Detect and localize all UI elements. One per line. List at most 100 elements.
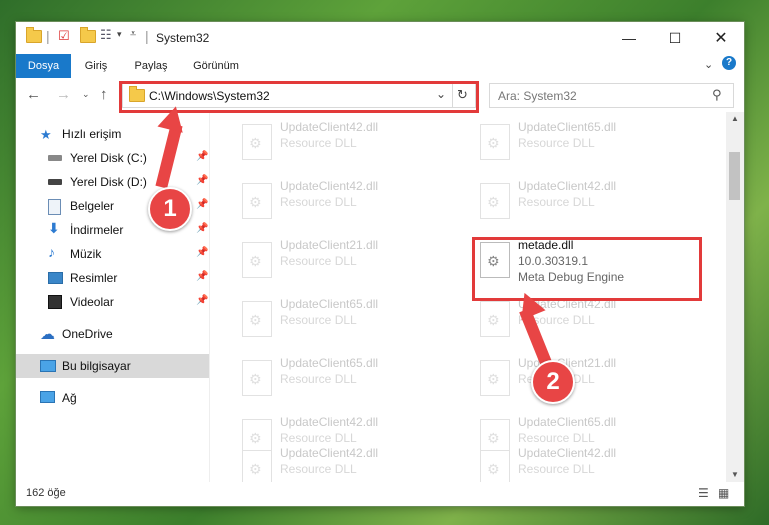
- dll-file-icon: [480, 360, 510, 396]
- sidebar-item-onedrive[interactable]: ☁ OneDrive: [16, 322, 209, 346]
- dll-file-icon: [242, 124, 272, 160]
- sidebar-item-label: Hızlı erişim: [62, 127, 122, 141]
- pin-icon[interactable]: 📌: [196, 223, 208, 234]
- large-icons-view-icon[interactable]: ▦: [718, 486, 729, 500]
- back-icon[interactable]: ←: [26, 86, 41, 103]
- file-type: Resource DLL: [280, 195, 357, 209]
- search-icon[interactable]: ⚲: [712, 87, 722, 103]
- file-item[interactable]: UpdateClient42.dll Resource DLL: [232, 442, 462, 482]
- properties-icon[interactable]: ☑: [58, 28, 70, 44]
- sidebar-item-label: Yerel Disk (D:): [70, 175, 147, 189]
- file-type: Resource DLL: [280, 254, 357, 268]
- file-item[interactable]: UpdateClient65.dll Resource DLL: [470, 116, 700, 168]
- sidebar-item-label: Resimler: [70, 271, 118, 285]
- sidebar-item-label: Belgeler: [70, 199, 115, 213]
- forward-icon[interactable]: →: [56, 86, 71, 103]
- cloud-icon: ☁: [40, 326, 55, 343]
- ribbon: Dosya Giriş Paylaş Görünüm ⌄ ?: [16, 54, 744, 79]
- document-icon: [48, 199, 61, 215]
- file-name: UpdateClient21.dll: [280, 238, 379, 252]
- scroll-down-icon[interactable]: ▼: [731, 470, 739, 479]
- music-icon: ♪: [48, 244, 55, 260]
- dll-file-icon: [242, 450, 272, 482]
- dll-file-icon: [242, 360, 272, 396]
- file-name: UpdateClient65.dll: [280, 297, 379, 311]
- maximize-button[interactable]: ☐: [652, 22, 698, 54]
- pin-icon[interactable]: 📌: [196, 199, 208, 210]
- close-button[interactable]: ✕: [698, 22, 744, 54]
- sidebar-item-label: Ağ: [62, 391, 77, 405]
- step-1-badge: 1: [148, 187, 192, 231]
- details-view-icon[interactable]: ☰: [698, 486, 709, 500]
- sidebar-item-music[interactable]: ♪ Müzik 📌: [16, 242, 209, 266]
- pin-icon[interactable]: 📌: [196, 271, 208, 282]
- navigation-pane: ★ Hızlı erişim Yerel Disk (C:) 📌 Yerel D…: [16, 112, 209, 482]
- file-item[interactable]: UpdateClient21.dll Resource DLL: [232, 234, 462, 286]
- chevron-down-icon[interactable]: ⌄: [704, 58, 713, 71]
- scroll-up-icon[interactable]: ▲: [731, 114, 739, 123]
- file-type: Resource DLL: [280, 372, 357, 386]
- file-name: UpdateClient42.dll: [518, 446, 617, 460]
- dll-file-icon: [480, 124, 510, 160]
- pin-icon[interactable]: 📌: [196, 247, 208, 258]
- file-item[interactable]: UpdateClient42.dll Resource DLL: [470, 175, 700, 227]
- item-count: 162 öğe: [26, 487, 66, 499]
- sidebar-item-label: İndirmeler: [70, 223, 124, 237]
- customize-toolbar-icon[interactable]: ⩡: [130, 28, 136, 41]
- sidebar-item-label: Müzik: [70, 247, 102, 261]
- network-icon: [40, 391, 55, 403]
- status-bar: 162 öğe ☰ ▦: [16, 482, 744, 506]
- file-name: UpdateClient42.dll: [280, 179, 379, 193]
- download-icon: ⬇: [48, 220, 60, 236]
- sidebar-item-videos[interactable]: Videolar 📌: [16, 290, 209, 314]
- file-highlight-box: [472, 237, 702, 301]
- new-folder-icon[interactable]: [80, 27, 96, 43]
- file-name: UpdateClient65.dll: [518, 415, 617, 429]
- file-type: Resource DLL: [280, 136, 357, 150]
- pin-icon[interactable]: 📌: [196, 151, 208, 162]
- dll-file-icon: [480, 450, 510, 482]
- tab-share[interactable]: Paylaş: [126, 54, 176, 78]
- folder-icon: [26, 27, 42, 43]
- help-icon[interactable]: ?: [722, 56, 736, 70]
- sidebar-item-label: Videolar: [70, 295, 114, 309]
- tab-view[interactable]: Görünüm: [186, 54, 246, 78]
- search-input[interactable]: Ara: System32 ⚲: [489, 83, 734, 108]
- file-item[interactable]: UpdateClient42.dll Resource DLL: [232, 116, 462, 168]
- sidebar-item-pictures[interactable]: Resimler 📌: [16, 266, 209, 290]
- file-type: Resource DLL: [280, 462, 357, 476]
- separator-icon: |: [46, 28, 50, 44]
- file-item[interactable]: UpdateClient21.dll Resource DLL: [470, 352, 700, 404]
- chevron-down-icon[interactable]: ▾: [117, 29, 122, 40]
- minimize-button[interactable]: —: [606, 22, 652, 54]
- file-name: UpdateClient65.dll: [518, 120, 617, 134]
- up-icon[interactable]: ↑: [100, 86, 108, 103]
- pin-icon[interactable]: 📌: [196, 175, 208, 186]
- drive-icon: [48, 179, 62, 185]
- file-name: UpdateClient42.dll: [280, 446, 379, 460]
- dll-file-icon: [480, 301, 510, 337]
- recent-locations-icon[interactable]: ⌄: [82, 89, 90, 100]
- tab-file[interactable]: Dosya: [16, 54, 71, 78]
- dll-file-icon: [242, 183, 272, 219]
- file-item[interactable]: UpdateClient65.dll Resource DLL: [232, 352, 462, 404]
- sidebar-item-label: OneDrive: [62, 327, 113, 341]
- view-icon[interactable]: ☷: [100, 27, 112, 43]
- sidebar-item-network[interactable]: Ağ: [16, 386, 209, 410]
- scrollbar-thumb[interactable]: [729, 152, 740, 200]
- separator-icon: |: [145, 28, 149, 44]
- sidebar-item-drive-c[interactable]: Yerel Disk (C:) 📌: [16, 146, 209, 170]
- dll-file-icon: [242, 301, 272, 337]
- file-item[interactable]: UpdateClient42.dll Resource DLL: [470, 442, 700, 482]
- dll-file-icon: [480, 183, 510, 219]
- file-item[interactable]: UpdateClient42.dll Resource DLL: [232, 175, 462, 227]
- sidebar-item-label: Bu bilgisayar: [62, 359, 131, 373]
- pin-icon[interactable]: 📌: [196, 295, 208, 306]
- sidebar-item-this-pc[interactable]: Bu bilgisayar: [16, 354, 209, 378]
- file-type: Resource DLL: [518, 195, 595, 209]
- file-item[interactable]: UpdateClient65.dll Resource DLL: [232, 293, 462, 345]
- tab-home[interactable]: Giriş: [76, 54, 116, 78]
- sidebar-item-label: Yerel Disk (C:): [70, 151, 147, 165]
- vertical-scrollbar[interactable]: ▲ ▼: [726, 112, 744, 482]
- file-name: UpdateClient42.dll: [518, 179, 617, 193]
